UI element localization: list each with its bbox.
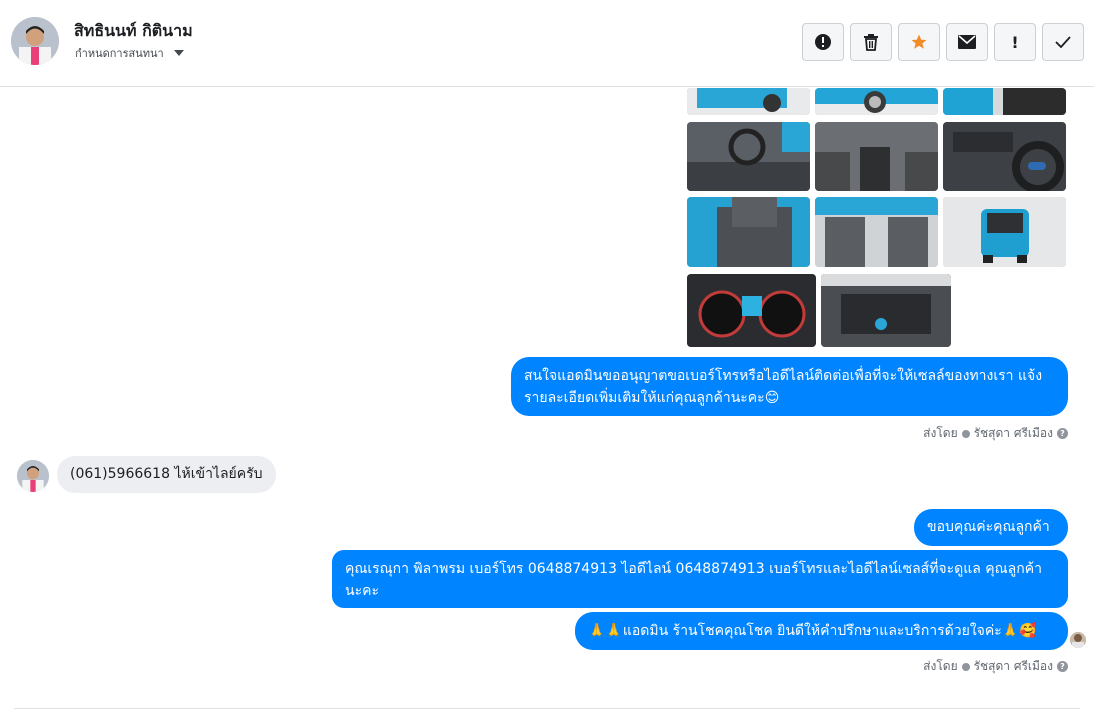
car-photo[interactable] (943, 122, 1066, 191)
help-icon[interactable]: ? (1057, 661, 1068, 672)
exclamation-icon: ! (1011, 32, 1019, 52)
car-photo[interactable] (943, 88, 1066, 115)
conversation-schedule[interactable]: กำหนดการสนทนา (75, 44, 184, 62)
outgoing-message[interactable]: ขอบคุณค่ะคุณลูกค้า (914, 509, 1068, 546)
message-text: สนใจแอดมินขออนุญาตขอเบอร์โทรหรือไอดีไลน์… (524, 368, 1043, 406)
star-button[interactable] (898, 23, 940, 61)
sent-by-info: ส่งโดย รัชสุดา ศรีเมือง ? (923, 424, 1068, 443)
conversation-toolbar: ! (802, 23, 1084, 61)
report-icon (815, 34, 831, 50)
car-photo[interactable] (815, 88, 938, 115)
car-photo[interactable] (815, 197, 938, 267)
agent-status-icon (961, 429, 970, 438)
contact-name[interactable]: สิทธินนท์ กิตินาม (74, 19, 193, 44)
sent-by-info: ส่งโดย รัชสุดา ศรีเมือง ? (923, 657, 1068, 676)
car-photo[interactable] (687, 88, 810, 115)
message-text: ขอบคุณค่ะคุณลูกค้า (927, 519, 1050, 535)
message-text: 🙏🙏แอดมิน ร้านโชคคุณโชค ยินดีให้คำปรึกษาแ… (588, 623, 1037, 639)
mark-unread-button[interactable] (946, 23, 988, 61)
message-text: (061)5966618 ไห้เข้าไลย์ครับ (70, 466, 263, 482)
agent-status-icon (961, 662, 970, 671)
outgoing-message[interactable]: 🙏🙏แอดมิน ร้านโชคคุณโชค ยินดีให้คำปรึกษาแ… (575, 612, 1068, 650)
delete-button[interactable] (850, 23, 892, 61)
contact-avatar-small[interactable] (17, 460, 49, 492)
outgoing-message[interactable]: คุณเรณุกา พิลาพรม เบอร์โทร 0648874913 ไอ… (332, 550, 1068, 608)
sent-by-agent: รัชสุดา ศรีเมือง (973, 426, 1053, 440)
contact-avatar[interactable] (11, 17, 59, 65)
report-button[interactable] (802, 23, 844, 61)
outgoing-message[interactable]: สนใจแอดมินขออนุญาตขอเบอร์โทรหรือไอดีไลน์… (511, 357, 1068, 416)
trash-icon (864, 34, 878, 51)
mail-icon (958, 35, 976, 49)
spam-button[interactable]: ! (994, 23, 1036, 61)
car-photo[interactable] (687, 197, 810, 267)
help-icon[interactable]: ? (1057, 428, 1068, 439)
car-photo[interactable] (687, 122, 810, 191)
chevron-down-icon[interactable] (173, 50, 184, 56)
message-text: คุณเรณุกา พิลาพรม เบอร์โทร 0648874913 ไอ… (345, 561, 1042, 599)
sent-by-label: ส่งโดย (923, 426, 958, 440)
sent-by-label: ส่งโดย (923, 659, 958, 673)
car-photo[interactable] (687, 274, 816, 347)
star-icon (911, 34, 927, 49)
car-photo[interactable] (815, 122, 938, 191)
incoming-message[interactable]: (061)5966618 ไห้เข้าไลย์ครับ (57, 456, 276, 493)
schedule-label: กำหนดการสนทนา (75, 47, 164, 60)
car-photo[interactable] (821, 274, 951, 347)
car-photo[interactable] (943, 197, 1066, 267)
sent-by-agent: รัชสุดา ศรีเมือง (973, 659, 1053, 673)
mark-done-button[interactable] (1042, 23, 1084, 61)
seen-avatar (1070, 632, 1086, 648)
conversation-header: สิทธินนท์ กิตินาม กำหนดการสนทนา ! (0, 0, 1094, 87)
check-icon (1055, 36, 1071, 48)
composer-divider (14, 708, 1080, 709)
